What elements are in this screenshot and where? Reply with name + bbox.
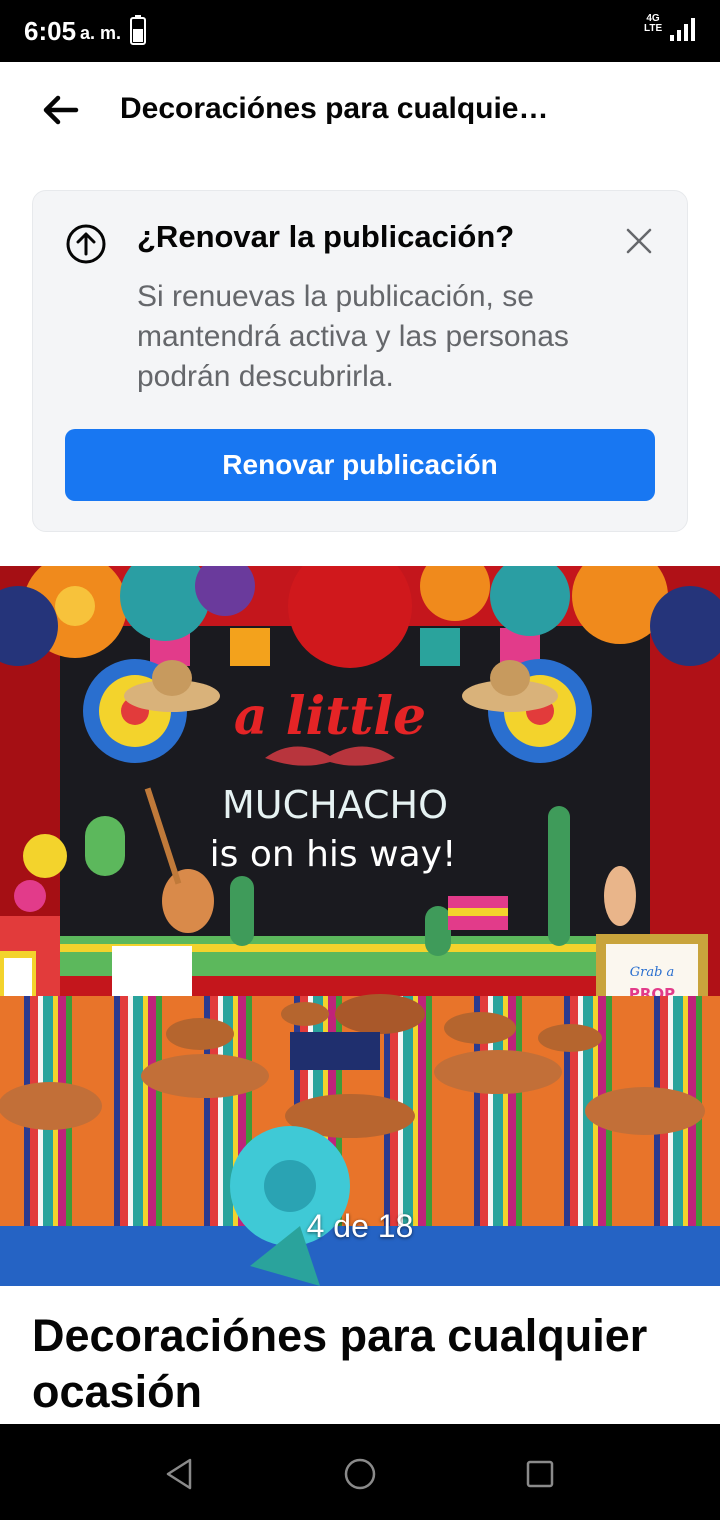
arrow-up-circle-icon (66, 224, 106, 264)
header-bar: Decoraciónes para cualquie… (0, 62, 720, 158)
system-nav-bar (0, 1424, 720, 1520)
nav-home-icon[interactable] (340, 1454, 380, 1494)
listing-photo[interactable]: a little MUCHACHO is on his way! Grab a … (0, 566, 720, 1286)
status-time: 6:05 (24, 16, 77, 46)
battery-icon (130, 15, 146, 45)
network-type: 4G LTE (644, 14, 662, 34)
svg-text:is on his way!: is on his way! (210, 834, 457, 875)
status-bar: 6:05 a. m. 4G LTE (0, 0, 720, 62)
listing-title: Decoraciónes para cualquier ocasión (32, 1310, 648, 1417)
close-icon[interactable] (623, 225, 655, 257)
network-lte: LTE (644, 23, 663, 34)
signal-icon (670, 18, 695, 41)
renew-publication-button[interactable]: Renovar publicación (65, 429, 655, 501)
svg-text:MUCHACHO: MUCHACHO (222, 783, 448, 827)
nav-back-icon[interactable] (160, 1454, 200, 1494)
photo-counter: 4 de 18 (306, 1208, 414, 1244)
arrow-left-icon[interactable] (38, 88, 82, 132)
renew-card-title: ¿Renovar la publicación? (137, 219, 515, 254)
party-decor-image: a little MUCHACHO is on his way! Grab a … (0, 566, 720, 1286)
renew-publication-card: ¿Renovar la publicación? Si renuevas la … (32, 190, 688, 532)
renew-card-description: Si renuevas la publicación, se mantendrá… (137, 280, 569, 393)
status-ampm: a. m. (80, 23, 122, 43)
nav-recents-icon[interactable] (520, 1454, 560, 1494)
svg-text:a little: a little (234, 686, 426, 747)
page-title: Decoraciónes para cualquie… (120, 92, 549, 125)
svg-text:Grab a: Grab a (630, 965, 675, 980)
